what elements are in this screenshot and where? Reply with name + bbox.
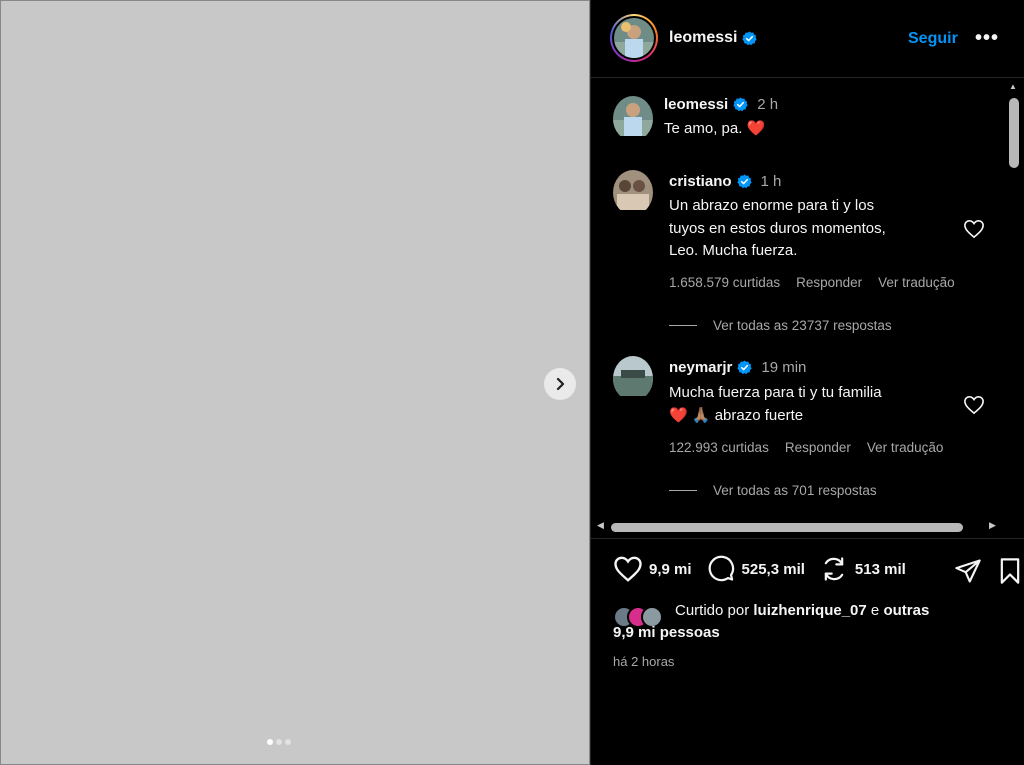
next-photo-button[interactable] (544, 368, 576, 400)
replies-line (669, 325, 697, 326)
comment-action[interactable]: 525,3 mil (706, 555, 805, 583)
caption-time: 2 h (757, 96, 779, 113)
comment-meta: 1.658.579 curtidas Responder Ver traduçã… (669, 275, 971, 290)
reply-button[interactable]: Responder (796, 275, 862, 290)
comment-line: Leo. Mucha fuerza. (669, 242, 798, 259)
post-timestamp[interactable]: há 2 horas (613, 654, 674, 669)
comments-count[interactable]: 525,3 mil (742, 561, 805, 578)
post-panel: leomessi Seguir ••• leomessi 2 h Te amo,… (590, 0, 1024, 765)
avatar-image (613, 96, 653, 136)
reply-button[interactable]: Responder (785, 440, 851, 455)
divider (591, 538, 1024, 539)
avatar-image (613, 170, 653, 210)
comment-avatar[interactable] (613, 356, 653, 401)
carousel-dot (285, 739, 291, 745)
comment-username[interactable]: neymarjr 19 min (669, 359, 806, 376)
carousel-dots (267, 739, 291, 745)
action-bar: 9,9 mi 525,3 mil 513 mil (613, 555, 920, 583)
comment-username[interactable]: cristiano 1 h (669, 173, 781, 190)
verified-badge-icon (736, 174, 752, 189)
reposts-count[interactable]: 513 mil (855, 561, 906, 578)
username-text[interactable]: leomessi (664, 96, 728, 113)
like-comment-heart-icon[interactable] (963, 395, 985, 415)
horizontal-scrollbar[interactable]: ◀ ▶ (591, 519, 1005, 535)
comment-likes[interactable]: 1.658.579 curtidas (669, 275, 780, 290)
more-options-icon[interactable]: ••• (975, 27, 999, 50)
caption-text: Te amo, pa. ❤️ (664, 120, 766, 137)
comment-bubble-icon[interactable] (706, 555, 736, 583)
caption-username[interactable]: leomessi 2 h (664, 96, 778, 113)
heart-icon[interactable] (613, 555, 643, 583)
like-action[interactable]: 9,9 mi (613, 555, 692, 583)
post-photo-placeholder (0, 0, 590, 765)
scroll-right-arrow-icon[interactable]: ▶ (989, 520, 996, 531)
like-comment-heart-icon[interactable] (963, 219, 985, 239)
username-text[interactable]: cristiano (669, 173, 732, 190)
verified-badge-icon (742, 30, 758, 45)
carousel-dot (276, 739, 282, 745)
scrollbar-thumb[interactable] (1009, 98, 1019, 168)
translate-button[interactable]: Ver tradução (878, 275, 955, 290)
view-replies-button[interactable]: Ver todas as 23737 respostas (669, 318, 892, 333)
comment-line: Mucha fuerza para ti y tu familia (669, 384, 882, 401)
comment-likes[interactable]: 122.993 curtidas (669, 440, 769, 455)
scroll-up-arrow-icon[interactable]: ▲ (1009, 82, 1017, 91)
header-username[interactable]: leomessi (669, 29, 758, 47)
view-replies-text[interactable]: Ver todas as 701 respostas (713, 483, 877, 498)
chevron-right-icon (556, 377, 565, 391)
comment-text: Un abrazo enorme para ti y los tuyos en … (669, 195, 886, 263)
liked-by-conjunction: e (870, 602, 880, 619)
post-header: leomessi Seguir ••• (591, 0, 1024, 78)
verified-badge-icon (733, 97, 748, 112)
username-text[interactable]: leomessi (669, 29, 737, 47)
comment-line: Un abrazo enorme para ti y los (669, 197, 875, 214)
avatar-image (614, 18, 654, 58)
liked-by-others-link[interactable]: outras (883, 602, 929, 619)
comment-meta: 122.993 curtidas Responder Ver tradução (669, 440, 959, 455)
comment-line: ❤️ 🙏🏽 abrazo fuerte (669, 406, 804, 424)
comment-avatar[interactable] (613, 170, 653, 215)
view-replies-text[interactable]: Ver todas as 23737 respostas (713, 318, 892, 333)
username-text[interactable]: neymarjr (669, 359, 732, 376)
comments-list: leomessi 2 h Te amo, pa. ❤️ cristiano 1 … (591, 79, 1024, 519)
profile-avatar[interactable] (610, 14, 658, 62)
comment-line: tuyos en estos duros momentos, (669, 219, 886, 237)
liked-by-user-link[interactable]: luizhenrique_07 (753, 602, 866, 619)
liked-by-prefix: Curtido por (675, 602, 750, 619)
comment-time: 19 min (761, 359, 807, 376)
verified-badge-icon (737, 360, 752, 375)
scrollbar-thumb[interactable] (611, 523, 963, 532)
comment-text: Mucha fuerza para ti y tu familia ❤️ 🙏🏽 … (669, 382, 882, 427)
view-replies-button[interactable]: Ver todas as 701 respostas (669, 483, 877, 498)
caption-avatar[interactable] (613, 96, 653, 141)
translate-button[interactable]: Ver tradução (867, 440, 944, 455)
replies-line (669, 490, 697, 491)
repost-icon[interactable] (819, 555, 849, 583)
carousel-dot (267, 739, 273, 745)
likes-count[interactable]: 9,9 mi (649, 561, 692, 578)
follow-button[interactable]: Seguir (908, 30, 958, 48)
liked-by-count[interactable]: 9,9 mi pessoas (613, 622, 720, 644)
avatar-image (613, 356, 653, 396)
repost-action[interactable]: 513 mil (819, 555, 906, 583)
post-photo (0, 0, 590, 765)
bookmark-save-icon[interactable] (997, 557, 1023, 585)
comment-time: 1 h (760, 173, 782, 190)
vertical-scrollbar[interactable]: ▲ (1005, 80, 1021, 518)
scroll-left-arrow-icon[interactable]: ◀ (597, 520, 604, 531)
share-send-icon[interactable] (953, 557, 983, 585)
